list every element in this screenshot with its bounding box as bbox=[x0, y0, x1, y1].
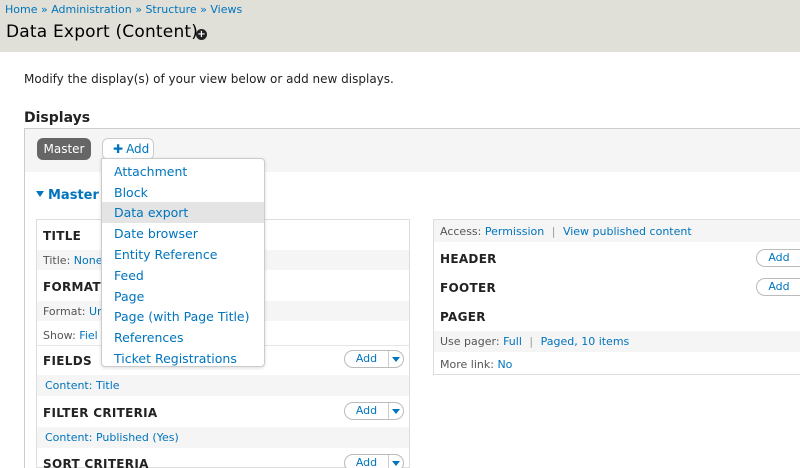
master-section-toggle[interactable]: Master bbox=[36, 188, 99, 203]
dropdown-item-ticket-registrations[interactable]: Ticket Registrations bbox=[102, 348, 264, 369]
master-section-label: Master bbox=[48, 188, 99, 203]
chevron-down-icon[interactable] bbox=[392, 409, 400, 414]
add-display-label: Add bbox=[126, 142, 150, 156]
show-value-link[interactable]: Fiel bbox=[79, 329, 97, 342]
separator: | bbox=[551, 225, 556, 238]
footer-add-label: Add bbox=[768, 280, 790, 293]
access-permission-link[interactable]: Permission bbox=[485, 225, 544, 238]
filter-item: Content: Published (Yes) bbox=[45, 431, 179, 444]
tab-master[interactable]: Master bbox=[37, 138, 91, 160]
header-heading: HEADER bbox=[440, 252, 497, 266]
breadcrumb-separator: » bbox=[40, 3, 48, 16]
more-link-label: More link: bbox=[440, 358, 494, 371]
fields-item: Content: Title bbox=[45, 379, 120, 392]
header-add-button[interactable]: Add bbox=[756, 249, 800, 267]
dropdown-item-data-export[interactable]: Data export bbox=[102, 202, 264, 223]
title-setting: Title: None bbox=[43, 254, 102, 267]
page-title: Data Export (Content) bbox=[6, 22, 199, 42]
sort-heading: SORT CRITERIA bbox=[43, 457, 149, 468]
format-label: Format: bbox=[43, 305, 86, 318]
dropdown-item-page[interactable]: Page bbox=[102, 286, 264, 307]
breadcrumb-separator: » bbox=[200, 3, 207, 16]
filter-add-button[interactable]: Add bbox=[344, 402, 404, 420]
dropdown-item-references[interactable]: References bbox=[102, 327, 264, 348]
format-setting: Format: Un bbox=[43, 305, 104, 318]
use-pager-label: Use pager: bbox=[440, 335, 500, 348]
chevron-down-icon[interactable] bbox=[392, 357, 400, 362]
filter-add-label: Add bbox=[355, 404, 378, 417]
dropdown-item-block[interactable]: Block bbox=[102, 182, 264, 203]
add-display-button[interactable]: ✚ Add bbox=[102, 138, 154, 160]
sort-add-label: Add bbox=[355, 456, 378, 468]
access-label: Access: bbox=[440, 225, 482, 238]
displays-heading: Displays bbox=[24, 110, 91, 126]
access-setting: Access: Permission | View published cont… bbox=[440, 225, 692, 238]
dropdown-item-page-with-title[interactable]: Page (with Page Title) bbox=[102, 306, 264, 327]
breadcrumb-structure[interactable]: Structure bbox=[145, 3, 196, 16]
filter-published-link[interactable]: Content: Published (Yes) bbox=[45, 431, 179, 444]
dropdown-item-date-browser[interactable]: Date browser bbox=[102, 223, 264, 244]
breadcrumb-home[interactable]: Home bbox=[5, 3, 37, 16]
fields-add-label: Add bbox=[355, 352, 378, 365]
breadcrumb-views[interactable]: Views bbox=[210, 3, 242, 16]
footer-add-button[interactable]: Add bbox=[756, 278, 800, 296]
separator: | bbox=[529, 335, 534, 348]
breadcrumb-administration[interactable]: Administration bbox=[51, 3, 132, 16]
intro-text: Modify the display(s) of your view below… bbox=[24, 72, 394, 86]
field-content-title-link[interactable]: Content: Title bbox=[45, 379, 120, 392]
filter-heading: FILTER CRITERIA bbox=[43, 406, 158, 420]
pager-full-link[interactable]: Full bbox=[503, 335, 522, 348]
fields-add-button[interactable]: Add bbox=[344, 350, 404, 368]
button-split bbox=[388, 351, 389, 367]
more-link-value-link[interactable]: No bbox=[497, 358, 512, 371]
breadcrumb: Home » Administration » Structure » View… bbox=[5, 3, 242, 16]
dropdown-item-feed[interactable]: Feed bbox=[102, 265, 264, 286]
title-label: Title: bbox=[43, 254, 71, 267]
footer-heading: FOOTER bbox=[440, 281, 497, 295]
access-permission-value-link[interactable]: View published content bbox=[563, 225, 692, 238]
title-heading: TITLE bbox=[43, 229, 82, 243]
header-add-label: Add bbox=[768, 251, 790, 264]
sort-add-button[interactable]: Add bbox=[344, 454, 404, 468]
chevron-down-icon[interactable] bbox=[392, 461, 400, 466]
add-display-dropdown: Attachment Block Data export Date browse… bbox=[101, 158, 265, 367]
show-setting: Show: Fiel bbox=[43, 329, 98, 342]
pager-items-link[interactable]: Paged, 10 items bbox=[541, 335, 630, 348]
pager-heading: PAGER bbox=[440, 310, 486, 324]
button-split bbox=[388, 403, 389, 419]
pager-setting: Use pager: Full | Paged, 10 items bbox=[440, 335, 629, 348]
show-label: Show: bbox=[43, 329, 76, 342]
dropdown-item-entity-reference[interactable]: Entity Reference bbox=[102, 244, 264, 265]
button-split bbox=[388, 455, 389, 468]
plus-icon: ✚ bbox=[113, 142, 124, 156]
triangle-down-icon bbox=[36, 191, 44, 197]
fields-heading: FIELDS bbox=[43, 354, 92, 368]
breadcrumb-separator: » bbox=[135, 3, 142, 16]
more-link-setting: More link: No bbox=[440, 358, 512, 371]
format-heading: FORMAT bbox=[43, 280, 101, 294]
dropdown-item-attachment[interactable]: Attachment bbox=[102, 161, 264, 182]
title-value-link[interactable]: None bbox=[74, 254, 103, 267]
add-shortcut-icon[interactable]: + bbox=[196, 29, 207, 40]
